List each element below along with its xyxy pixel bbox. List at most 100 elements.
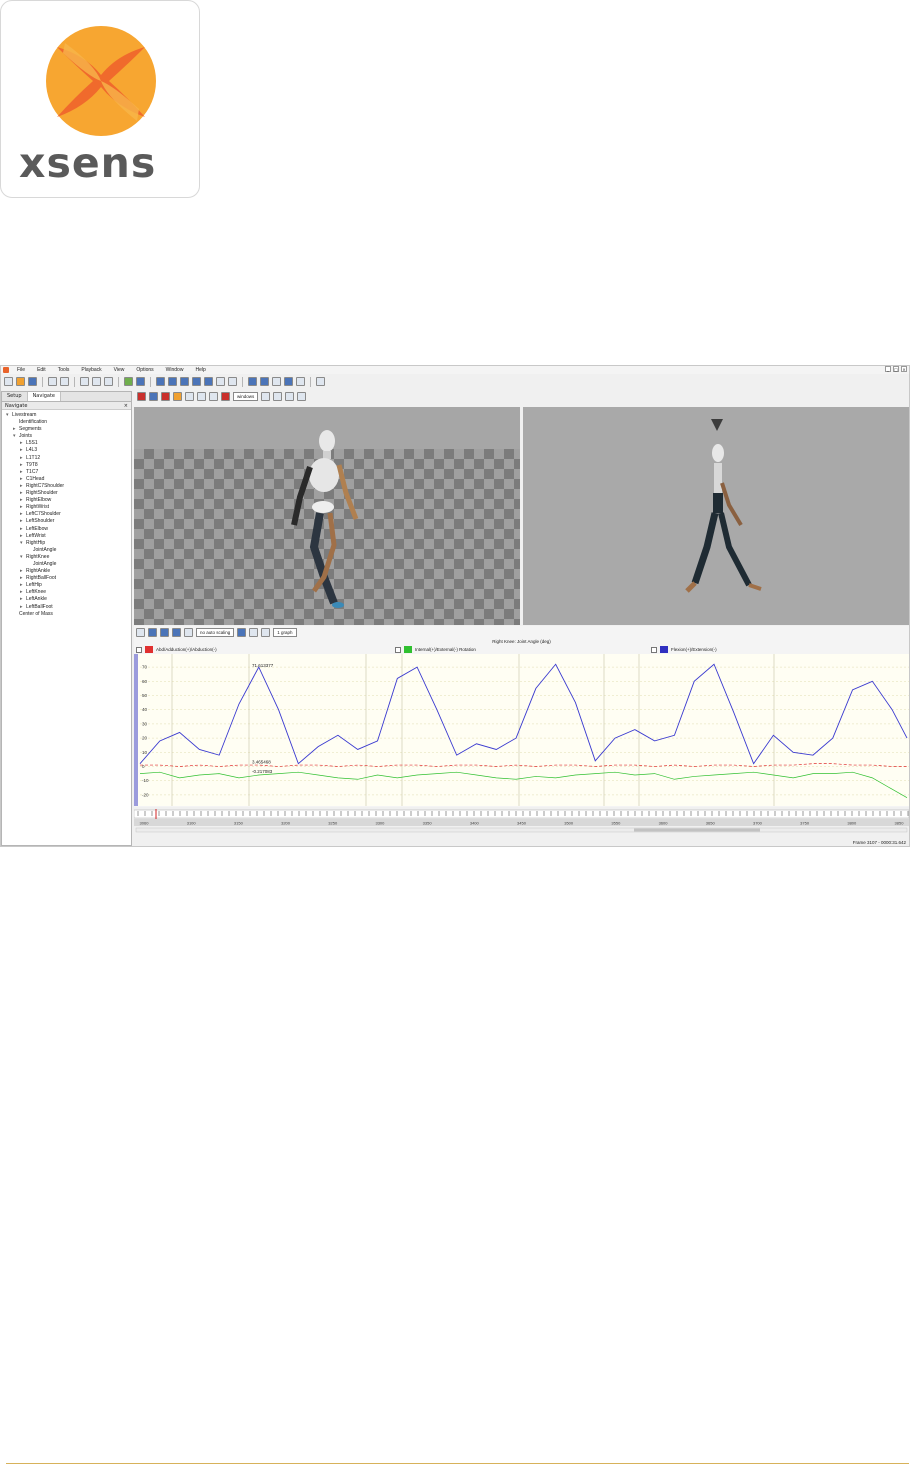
fit-icon[interactable] xyxy=(249,627,259,637)
play-icon[interactable] xyxy=(180,377,189,386)
menu-help[interactable]: Help xyxy=(189,367,211,373)
tree-node[interactable]: ▸ C1Head xyxy=(2,476,131,483)
joint-angle-plot[interactable]: 70 60 50 40 30 20 10 0 -10 -20 71.613377 3.465468 -0… xyxy=(134,654,909,806)
graph-icon[interactable] xyxy=(284,377,293,386)
edit-icon[interactable] xyxy=(104,377,113,386)
tree-node[interactable]: ▸ LeftElbow xyxy=(2,526,131,533)
new-file-icon[interactable] xyxy=(4,377,13,386)
tree-node[interactable]: ▸ RightAnkle xyxy=(2,568,131,575)
pen-icon[interactable] xyxy=(272,377,281,386)
menu-view[interactable]: View xyxy=(108,367,131,373)
tree-node[interactable]: ▸ LeftShoulder xyxy=(2,518,131,525)
menu-edit[interactable]: Edit xyxy=(31,367,52,373)
graph-view-2-icon[interactable] xyxy=(160,627,169,637)
tree-node[interactable]: ▸ RightShoulder xyxy=(2,490,131,497)
step-forward-icon[interactable] xyxy=(192,377,201,386)
zoom-icon[interactable] xyxy=(237,627,247,637)
tree-node[interactable]: ▸ LeftBallFoot xyxy=(2,604,131,611)
tree-node[interactable]: ▸ L4L3 xyxy=(2,447,131,454)
tree-node[interactable]: ▸ RightWrist xyxy=(2,504,131,511)
tree-node[interactable]: JointAngle xyxy=(2,561,131,568)
camera-icon[interactable] xyxy=(297,392,307,401)
graph-view-4-icon[interactable] xyxy=(184,627,193,637)
panel-close-icon[interactable]: × xyxy=(124,402,128,409)
side-viewport[interactable] xyxy=(523,407,909,625)
tree-node[interactable]: ▾ Joints xyxy=(2,433,131,440)
tree-node[interactable]: ▸ RightBallFoot xyxy=(2,575,131,582)
save-icon[interactable] xyxy=(28,377,37,386)
tree-node[interactable]: ▾ RightKnee xyxy=(2,554,131,561)
tree-node[interactable]: Center of Mass xyxy=(2,611,131,618)
grid-icon[interactable] xyxy=(149,392,158,401)
skeleton-icon[interactable] xyxy=(173,392,182,401)
legend-item-rotation[interactable]: Internal(+)/External(-) Rotation xyxy=(395,645,476,654)
record-mode-icon[interactable] xyxy=(124,377,133,386)
menu-options[interactable]: Options xyxy=(130,367,159,373)
tree-node[interactable]: ▸ LeftWrist xyxy=(2,533,131,540)
close-icon[interactable]: × xyxy=(901,366,907,372)
tree-node[interactable]: ▸ T1C7 xyxy=(2,469,131,476)
export-icon[interactable] xyxy=(285,392,295,401)
tree-node[interactable]: ▾ RightHip xyxy=(2,540,131,547)
tree-node[interactable]: ▸ T9T8 xyxy=(2,462,131,469)
menu-window[interactable]: Window xyxy=(160,367,190,373)
view-layout-select[interactable]: windows xyxy=(233,392,259,401)
step-back-icon[interactable] xyxy=(168,377,177,386)
menu-tools[interactable]: Tools xyxy=(52,367,76,373)
legend-checkbox[interactable] xyxy=(136,646,142,653)
graph-view-1-icon[interactable] xyxy=(148,627,157,637)
window-layout-icon[interactable] xyxy=(296,377,305,386)
tree-node[interactable]: ▸ L5S1 xyxy=(2,440,131,447)
ruler-icon[interactable] xyxy=(261,627,271,637)
skip-to-end-icon[interactable] xyxy=(204,377,213,386)
tree-node[interactable]: JointAngle xyxy=(2,547,131,554)
graph-home-icon[interactable] xyxy=(136,627,145,637)
cursor-value-label: -0.217083 xyxy=(252,769,273,774)
panel-layout-icon[interactable] xyxy=(248,377,257,386)
tree-node[interactable]: ▸ RightC7Shoulder xyxy=(2,483,131,490)
paste-icon[interactable] xyxy=(60,377,69,386)
tree-node[interactable]: ▸ Segments xyxy=(2,426,131,433)
tree-node[interactable]: ▸ LeftC7Shoulder xyxy=(2,511,131,518)
tree-node[interactable]: ▸ RightElbow xyxy=(2,497,131,504)
marker-icon[interactable] xyxy=(161,392,170,401)
pencil-icon[interactable] xyxy=(273,392,283,401)
perspective-viewport[interactable] xyxy=(134,407,520,625)
loop-icon[interactable] xyxy=(228,377,237,386)
copy-icon[interactable] xyxy=(48,377,57,386)
skip-to-start-icon[interactable] xyxy=(156,377,165,386)
auto-scaling-select[interactable]: no auto scaling xyxy=(196,627,235,637)
undo-icon[interactable] xyxy=(80,377,89,386)
layout-icon[interactable] xyxy=(261,392,271,401)
avatar-icon[interactable] xyxy=(185,392,194,401)
open-folder-icon[interactable] xyxy=(16,377,25,386)
no-entry-icon[interactable] xyxy=(221,392,230,401)
tab-navigate[interactable]: Navigate xyxy=(27,392,61,401)
tab-setup[interactable]: Setup xyxy=(2,392,28,401)
graph-view-3-icon[interactable] xyxy=(172,627,181,637)
legend-item-flexion[interactable]: Flexion(+)/Extension(-) xyxy=(651,645,717,654)
legend-item-abduction[interactable]: Abd/Adduction(+)/Abduction(-) xyxy=(136,645,217,654)
settings-icon[interactable] xyxy=(316,377,325,386)
tools-icon[interactable] xyxy=(197,392,206,401)
close-view-icon[interactable] xyxy=(137,392,146,401)
tree-node[interactable]: ▾ Livestream xyxy=(2,412,131,419)
minimize-icon[interactable]: _ xyxy=(885,366,891,372)
redo-icon[interactable] xyxy=(92,377,101,386)
panel-layout-2-icon[interactable] xyxy=(260,377,269,386)
restore-icon[interactable]: □ xyxy=(893,366,899,372)
tree-node[interactable]: ▸ LeftAnkle xyxy=(2,596,131,603)
menu-playback[interactable]: Playback xyxy=(75,367,107,373)
arrow-icon[interactable] xyxy=(209,392,218,401)
tree-node[interactable]: Identification xyxy=(2,419,131,426)
legend-checkbox[interactable] xyxy=(395,646,401,653)
tree-node[interactable]: ▸ L1T12 xyxy=(2,455,131,462)
reprocess-icon[interactable] xyxy=(136,377,145,386)
tree-node[interactable]: ▸ LeftKnee xyxy=(2,589,131,596)
tree-node[interactable]: ▸ LeftHip xyxy=(2,582,131,589)
graph-count-select[interactable]: 1 graph xyxy=(273,627,297,637)
menu-file[interactable]: File xyxy=(11,367,31,373)
legend-checkbox[interactable] xyxy=(651,646,657,653)
timeline[interactable]: 3060 3100 3150 3200 3250 3300 3350 3400 3450 3500… xyxy=(134,807,909,834)
record-icon[interactable] xyxy=(216,377,225,386)
